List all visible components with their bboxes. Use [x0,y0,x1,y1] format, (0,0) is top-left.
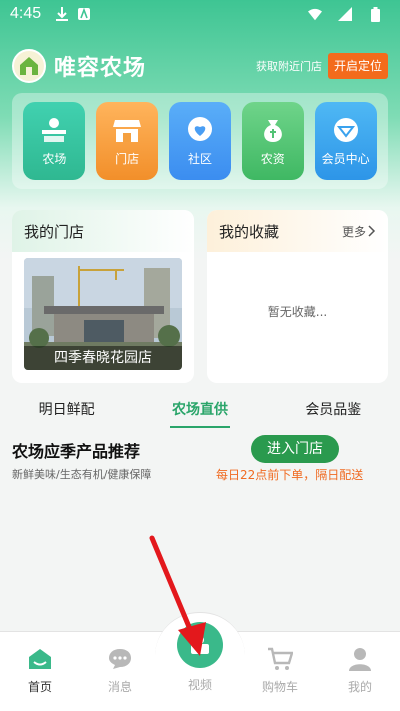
category-community[interactable]: 社区 [168,102,231,180]
category-store[interactable]: 门店 [96,102,159,180]
tab-farm-direct[interactable]: 农场直供 [169,395,230,428]
more-label: 更多 [341,224,366,239]
nav-mine[interactable]: 我的 [330,644,390,695]
category-label: 农资 [260,151,285,166]
supplies-icon [263,119,282,142]
enable-location-button[interactable]: 开启定位 [327,53,388,79]
signal-icon [338,7,352,21]
header: 唯容农场 获取附近门店 开启定位 [12,48,388,84]
nav-cart-label: 购物车 [261,680,298,694]
community-icon [187,116,212,141]
farm-icon [42,117,67,142]
my-store-card[interactable]: 我的门店 四季春晓花园店 [12,210,194,383]
nav-mine-label: 我的 [347,680,372,694]
wifi-icon [308,7,322,21]
category-label: 会员中心 [321,151,370,166]
nav-video-label[interactable]: 视频 [170,676,230,693]
cart-icon [267,644,293,674]
nearby-store-link[interactable]: 获取附近门店 [256,58,322,74]
store-name: 四季春晓花园店 [24,346,182,370]
category-label: 社区 [187,151,212,166]
season-title: 农场应季产品推荐 [12,442,141,461]
battery-icon [368,6,382,22]
favorites-card: 我的收藏 更多 暂无收藏... [207,210,388,383]
store-photo[interactable]: 四季春晓花园店 [24,258,182,370]
nav-home-label: 首页 [27,680,52,694]
category-grid: 农场 门店 社区 农资 会员中心 [12,93,388,189]
status-bar: 4:45 [0,0,400,28]
favorites-title: 我的收藏 [219,222,280,241]
category-member-center[interactable]: 会员中心 [314,102,377,180]
nav-cart[interactable]: 购物车 [250,644,310,695]
chevron-right-icon [368,225,376,237]
app-name: 唯容农场 [54,56,147,81]
tab-tomorrow-fresh[interactable]: 明日鲜配 [39,395,95,423]
tab-member-tasting[interactable]: 会员品鉴 [305,395,361,423]
delivery-notice: 每日22点前下单，隔日配送 [216,468,364,482]
season-subtitle: 新鲜美味/生态有机/健康保障 [12,468,152,481]
store-icon [113,119,142,142]
category-farm[interactable]: 农场 [23,102,86,180]
app-logo [12,49,46,83]
favorites-header: 我的收藏 更多 [207,210,388,252]
my-store-title: 我的门店 [24,222,85,241]
message-icon [108,644,132,674]
home-icon [28,644,52,674]
category-label: 农场 [42,151,67,166]
favorites-empty-text: 暂无收藏... [267,305,328,319]
download-icon [55,7,69,21]
app-notification-icon [77,7,91,21]
enter-store-button[interactable]: 进入门店 [251,435,339,463]
category-label: 门店 [115,151,140,166]
user-icon [349,644,371,674]
my-store-header: 我的门店 [12,210,194,252]
category-supplies[interactable]: 农资 [241,102,304,180]
product-tabs: 明日鲜配 农场直供 会员品鉴 [0,393,400,428]
nav-home[interactable]: 首页 [10,644,70,695]
red-arrow-annotation [149,535,206,656]
member-icon [333,117,358,142]
nav-messages-label: 消息 [107,680,132,694]
more-link[interactable]: 更多 [342,223,376,240]
status-time: 4:45 [10,5,42,22]
